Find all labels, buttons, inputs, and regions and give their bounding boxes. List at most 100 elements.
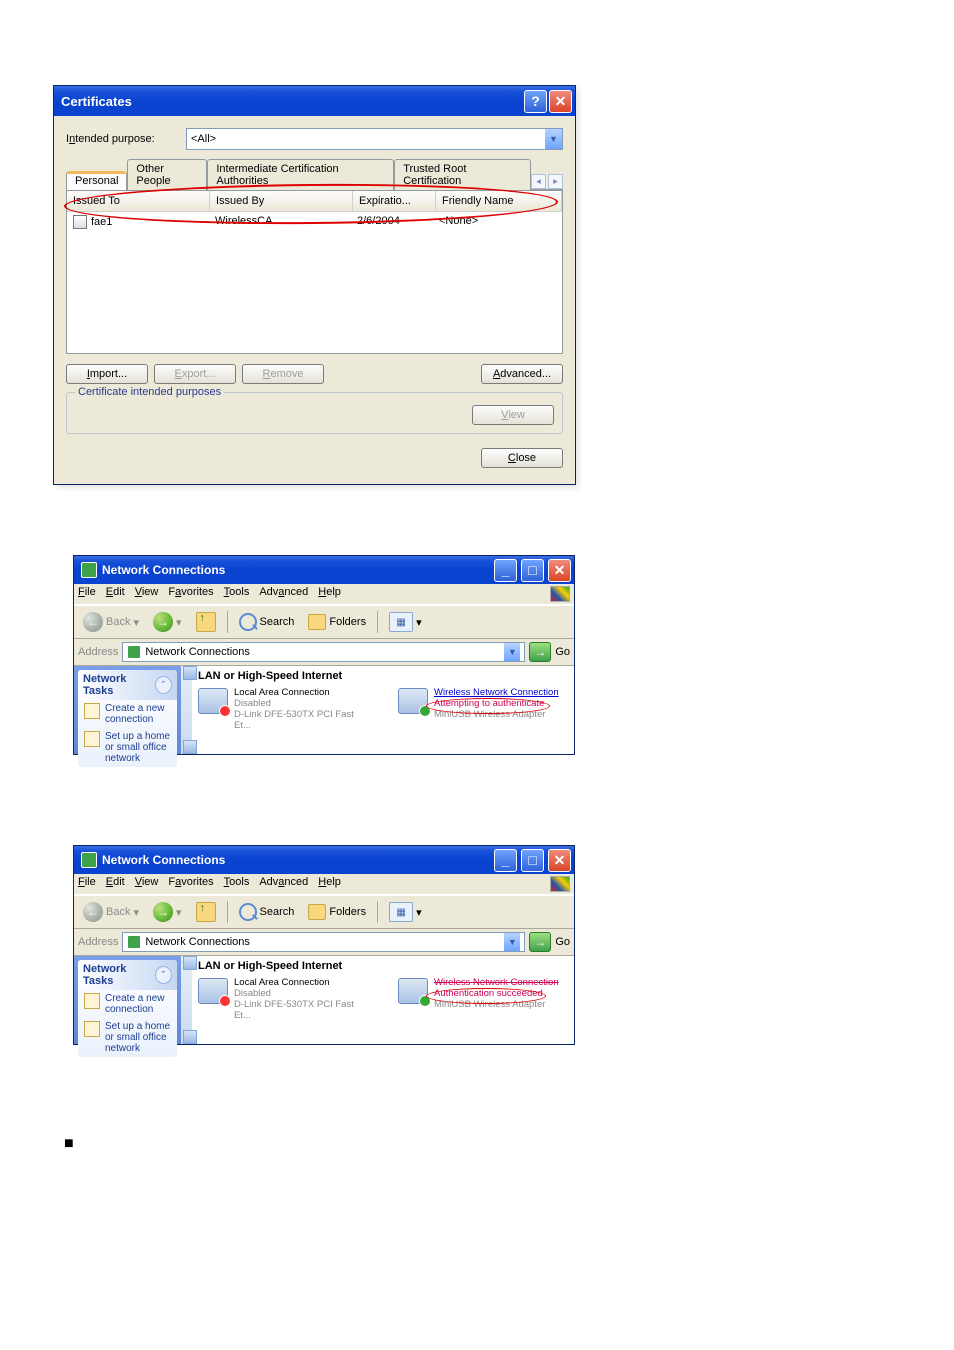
menu-bar[interactable]: File Edit View Favorites Tools Advanced … xyxy=(74,874,574,895)
lan-connection[interactable]: Local Area Connection Disabled D-Link DF… xyxy=(198,978,368,1022)
intended-purpose-combo[interactable]: <All> ▼ xyxy=(186,128,563,150)
task-create-connection[interactable]: Create a new connection xyxy=(78,990,177,1018)
wireless-connection[interactable]: Wireless Network Connection Authenticati… xyxy=(398,978,568,1022)
address-field[interactable]: Network Connections ▼ xyxy=(122,642,525,662)
menu-help[interactable]: Help xyxy=(318,586,341,602)
cell-issued-by: WirelessCA xyxy=(209,214,351,230)
lan-connection[interactable]: Local Area Connection Disabled D-Link DF… xyxy=(198,688,368,732)
address-value: Network Connections xyxy=(145,646,250,658)
up-button[interactable] xyxy=(191,899,221,925)
tab-personal[interactable]: Personal xyxy=(66,171,127,190)
forward-icon: → xyxy=(153,612,173,632)
close-window-button[interactable]: ✕ xyxy=(548,849,571,872)
advanced-button[interactable]: Advanced... xyxy=(481,364,563,384)
col-expiration[interactable]: Expiratio... xyxy=(353,191,436,211)
tab-intermediate-ca[interactable]: Intermediate Certification Authorities xyxy=(207,159,394,190)
folders-button[interactable]: Folders xyxy=(303,901,371,923)
cell-expiration: 2/6/2004 xyxy=(351,214,433,230)
menu-bar[interactable]: File Edit View Favorites Tools Advanced … xyxy=(74,584,574,605)
search-button[interactable]: Search xyxy=(234,610,300,634)
go-button[interactable]: → xyxy=(529,642,551,662)
task-setup-network[interactable]: Set up a home or small office network xyxy=(78,1018,177,1057)
minimize-button[interactable]: _ xyxy=(494,559,517,582)
tab-trusted-root[interactable]: Trusted Root Certification xyxy=(394,159,531,190)
category-header: LAN or High-Speed Internet xyxy=(198,670,568,682)
menu-advanced[interactable]: Advanced xyxy=(259,586,308,602)
menu-tools[interactable]: Tools xyxy=(224,586,250,602)
sidebar-scrollbar[interactable] xyxy=(181,666,192,754)
remove-button[interactable]: Remove xyxy=(242,364,324,384)
go-button[interactable]: → xyxy=(529,932,551,952)
collapse-icon[interactable]: ˆ xyxy=(155,676,172,694)
minimize-button[interactable]: _ xyxy=(494,849,517,872)
menu-favorites[interactable]: Favorites xyxy=(168,586,213,602)
export-button[interactable]: Export... xyxy=(154,364,236,384)
view-button[interactable]: View xyxy=(472,405,554,425)
network-connections-window-2: Network Connections _ □ ✕ File Edit View… xyxy=(73,845,575,1045)
collapse-icon[interactable]: ˆ xyxy=(155,966,172,984)
task-create-connection[interactable]: Create a new connection xyxy=(78,700,177,728)
back-icon: ← xyxy=(83,902,103,922)
address-icon xyxy=(127,645,141,659)
chevron-down-icon[interactable]: ▼ xyxy=(504,933,520,951)
menu-edit[interactable]: Edit xyxy=(106,586,125,602)
certificate-row[interactable]: fae1 WirelessCA 2/6/2004 <None> xyxy=(67,212,562,232)
menu-help[interactable]: Help xyxy=(318,876,341,892)
lan-icon xyxy=(198,688,228,714)
up-button[interactable] xyxy=(191,609,221,635)
list-header[interactable]: Issued To Issued By Expiratio... Friendl… xyxy=(67,191,562,212)
menu-file[interactable]: File xyxy=(78,876,96,892)
help-button[interactable]: ? xyxy=(524,90,547,113)
back-button[interactable]: ←Back ▾ xyxy=(78,899,144,925)
combo-value: <All> xyxy=(191,133,216,145)
col-issued-to[interactable]: Issued To xyxy=(67,191,210,211)
chevron-down-icon[interactable]: ▼ xyxy=(504,643,520,661)
titlebar: Network Connections _ □ ✕ xyxy=(74,846,574,874)
conn-device: D-Link DFE-530TX PCI Fast Et... xyxy=(234,710,368,732)
back-button[interactable]: ←Back ▾ xyxy=(78,609,144,635)
views-icon: ▦ xyxy=(389,612,413,632)
menu-view[interactable]: View xyxy=(135,586,159,602)
task-pane: Network Tasks ˆ Create a new connection … xyxy=(74,666,181,754)
views-button[interactable]: ▦▾ xyxy=(384,899,427,925)
col-friendly-name[interactable]: Friendly Name xyxy=(436,191,562,211)
certificate-list[interactable]: Issued To Issued By Expiratio... Friendl… xyxy=(66,190,563,354)
wireless-connection[interactable]: Wireless Network Connection Attempting t… xyxy=(398,688,568,732)
menu-view[interactable]: View xyxy=(135,876,159,892)
cell-issued-to: fae1 xyxy=(91,216,112,228)
task-setup-network[interactable]: Set up a home or small office network xyxy=(78,728,177,767)
menu-tools[interactable]: Tools xyxy=(224,876,250,892)
cell-friendly-name: <None> xyxy=(433,214,562,230)
explorer-body: Network Tasks ˆ Create a new connection … xyxy=(74,666,574,754)
windows-flag-icon xyxy=(550,586,570,602)
chevron-down-icon[interactable]: ▼ xyxy=(545,129,562,149)
go-label: Go xyxy=(555,936,570,948)
search-button[interactable]: Search xyxy=(234,900,300,924)
menu-advanced[interactable]: Advanced xyxy=(259,876,308,892)
folders-icon xyxy=(308,614,326,630)
bullet-marker: ■ xyxy=(64,1135,901,1153)
menu-edit[interactable]: Edit xyxy=(106,876,125,892)
maximize-button[interactable]: □ xyxy=(521,559,544,582)
col-issued-by[interactable]: Issued By xyxy=(210,191,353,211)
up-icon xyxy=(196,902,216,922)
network-tasks-header[interactable]: Network Tasks ˆ xyxy=(78,960,177,990)
tab-other-people[interactable]: Other People xyxy=(127,159,207,190)
sidebar-scrollbar[interactable] xyxy=(181,956,192,1044)
forward-button[interactable]: → ▾ xyxy=(148,609,187,635)
network-tasks-header[interactable]: Network Tasks ˆ xyxy=(78,670,177,700)
task-icon xyxy=(84,993,100,1009)
folders-button[interactable]: Folders xyxy=(303,611,371,633)
forward-button[interactable]: → ▾ xyxy=(148,899,187,925)
address-field[interactable]: Network Connections ▼ xyxy=(122,932,525,952)
content-pane: LAN or High-Speed Internet Local Area Co… xyxy=(192,956,574,1044)
close-window-button[interactable]: ✕ xyxy=(548,559,571,582)
menu-file[interactable]: File xyxy=(78,586,96,602)
tab-scroll-buttons[interactable]: ◂▸ xyxy=(531,174,563,189)
maximize-button[interactable]: □ xyxy=(521,849,544,872)
views-button[interactable]: ▦▾ xyxy=(384,609,427,635)
menu-favorites[interactable]: Favorites xyxy=(168,876,213,892)
close-button[interactable]: Close xyxy=(481,448,563,468)
import-button[interactable]: Import... xyxy=(66,364,148,384)
close-window-button[interactable]: ✕ xyxy=(549,90,572,113)
